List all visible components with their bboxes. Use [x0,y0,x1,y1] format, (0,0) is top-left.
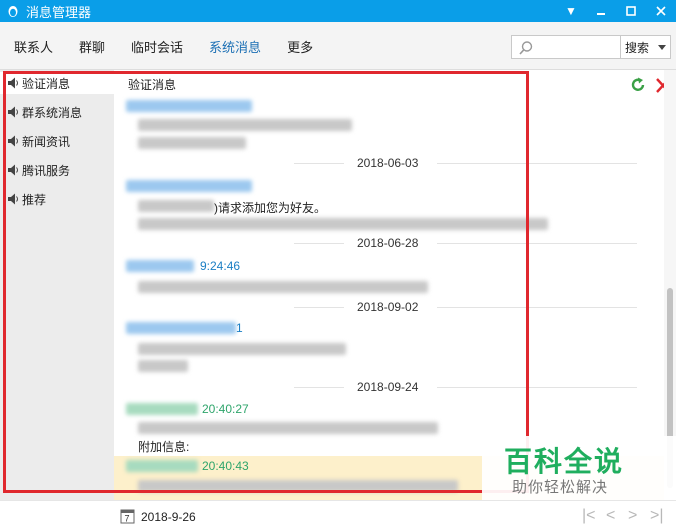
sidebar-item-label: 推荐 [22,192,47,207]
sidebar-item-label: 验证消息 [22,76,71,91]
section-title: 验证消息 [128,78,177,92]
message-content-blurred [138,137,246,149]
watermark: 百科全说 助你轻松解决 [482,436,676,500]
sidebar-item-news[interactable]: 新闻资讯 [0,130,114,152]
date-divider: 2018-09-24 [114,380,644,394]
date-divider: 2018-06-28 [114,236,644,250]
message-content-blurred [138,281,428,293]
app-penguin-icon [8,6,18,17]
sidebar-item-tencent-service[interactable]: 腾讯服务 [0,159,114,181]
contact-id-blurred [138,200,214,212]
message-content-blurred [138,480,458,492]
date-divider: 2018-06-03 [114,156,644,170]
tab-bar: 联系人 群聊 临时会话 系统消息 更多 [14,22,339,70]
message-time: 9:24:46 [200,259,241,273]
message-content-blurred [138,360,188,372]
search-input[interactable] [511,35,621,59]
last-page-icon[interactable]: >| [650,507,664,525]
message-time: 1 [236,321,243,335]
minimize-icon[interactable] [586,0,616,22]
toolbar: 联系人 群聊 临时会话 系统消息 更多 搜索 [0,22,676,70]
message-content-blurred [138,119,352,131]
contact-name-blurred [126,100,252,112]
sidebar-item-label: 群系统消息 [22,105,83,120]
message-text: 附加信息: [138,440,190,454]
svg-text:7: 7 [125,514,130,524]
contact-name-blurred [126,180,252,192]
dropdown-menu-icon[interactable]: ▼ [556,0,586,22]
previous-page-icon[interactable]: < [606,507,615,525]
tab-more[interactable]: 更多 [287,37,313,56]
current-date[interactable]: 2018-9-26 [141,510,196,524]
contact-name-blurred [126,260,194,272]
speaker-icon [8,193,18,205]
tab-temp-session[interactable]: 临时会话 [131,37,183,56]
maximize-icon[interactable] [616,0,646,22]
contact-name-blurred [126,322,236,334]
refresh-icon[interactable] [629,76,647,94]
speaker-icon [8,135,18,147]
first-page-icon[interactable]: |< [582,507,596,525]
search-icon [519,41,533,55]
date-label: 2018-06-03 [357,156,419,170]
sidebar-item-verification[interactable]: 验证消息 [0,72,114,94]
date-label: 2018-06-28 [357,236,419,250]
date-divider: 2018-09-02 [114,300,644,314]
sidebar-item-label: 腾讯服务 [22,163,71,178]
date-label: 2018-09-02 [357,300,419,314]
tab-contacts[interactable]: 联系人 [14,37,53,56]
message-content-blurred [138,218,548,230]
title-bar: 消息管理器 ▼ [0,0,676,22]
speaker-icon [8,164,18,176]
calendar-icon[interactable]: 7 [120,508,135,524]
chevron-down-icon [658,45,666,50]
speaker-icon [8,77,18,89]
next-page-icon[interactable]: > [628,507,637,525]
date-label: 2018-09-24 [357,380,419,394]
speaker-icon [8,106,18,118]
sidebar: 验证消息 群系统消息 新闻资讯 腾讯服务 推荐 [0,70,114,500]
watermark-subtitle: 助你轻松解决 [512,479,609,496]
tab-system-messages[interactable]: 系统消息 [209,37,261,56]
sidebar-item-group-system[interactable]: 群系统消息 [0,101,114,123]
sidebar-item-label: 新闻资讯 [22,134,71,149]
message-time: 20:40:43 [202,459,249,473]
close-icon[interactable] [646,0,676,22]
window-title: 消息管理器 [26,4,92,20]
contact-name-blurred [126,460,198,472]
tab-group-chat[interactable]: 群聊 [79,37,105,56]
sidebar-item-recommend[interactable]: 推荐 [0,188,114,210]
contact-name-blurred [126,403,198,415]
search-button[interactable]: 搜索 [620,35,671,59]
bottom-bar: 7 2018-9-26 |< < > >| [0,500,676,530]
watermark-title: 百科全说 [504,446,625,477]
message-content-blurred [138,422,438,434]
message-text: )请求添加您为好友。 [214,201,326,215]
message-time: 20:40:27 [202,402,249,416]
search-button-label: 搜索 [625,40,650,55]
message-content-blurred [138,343,346,355]
